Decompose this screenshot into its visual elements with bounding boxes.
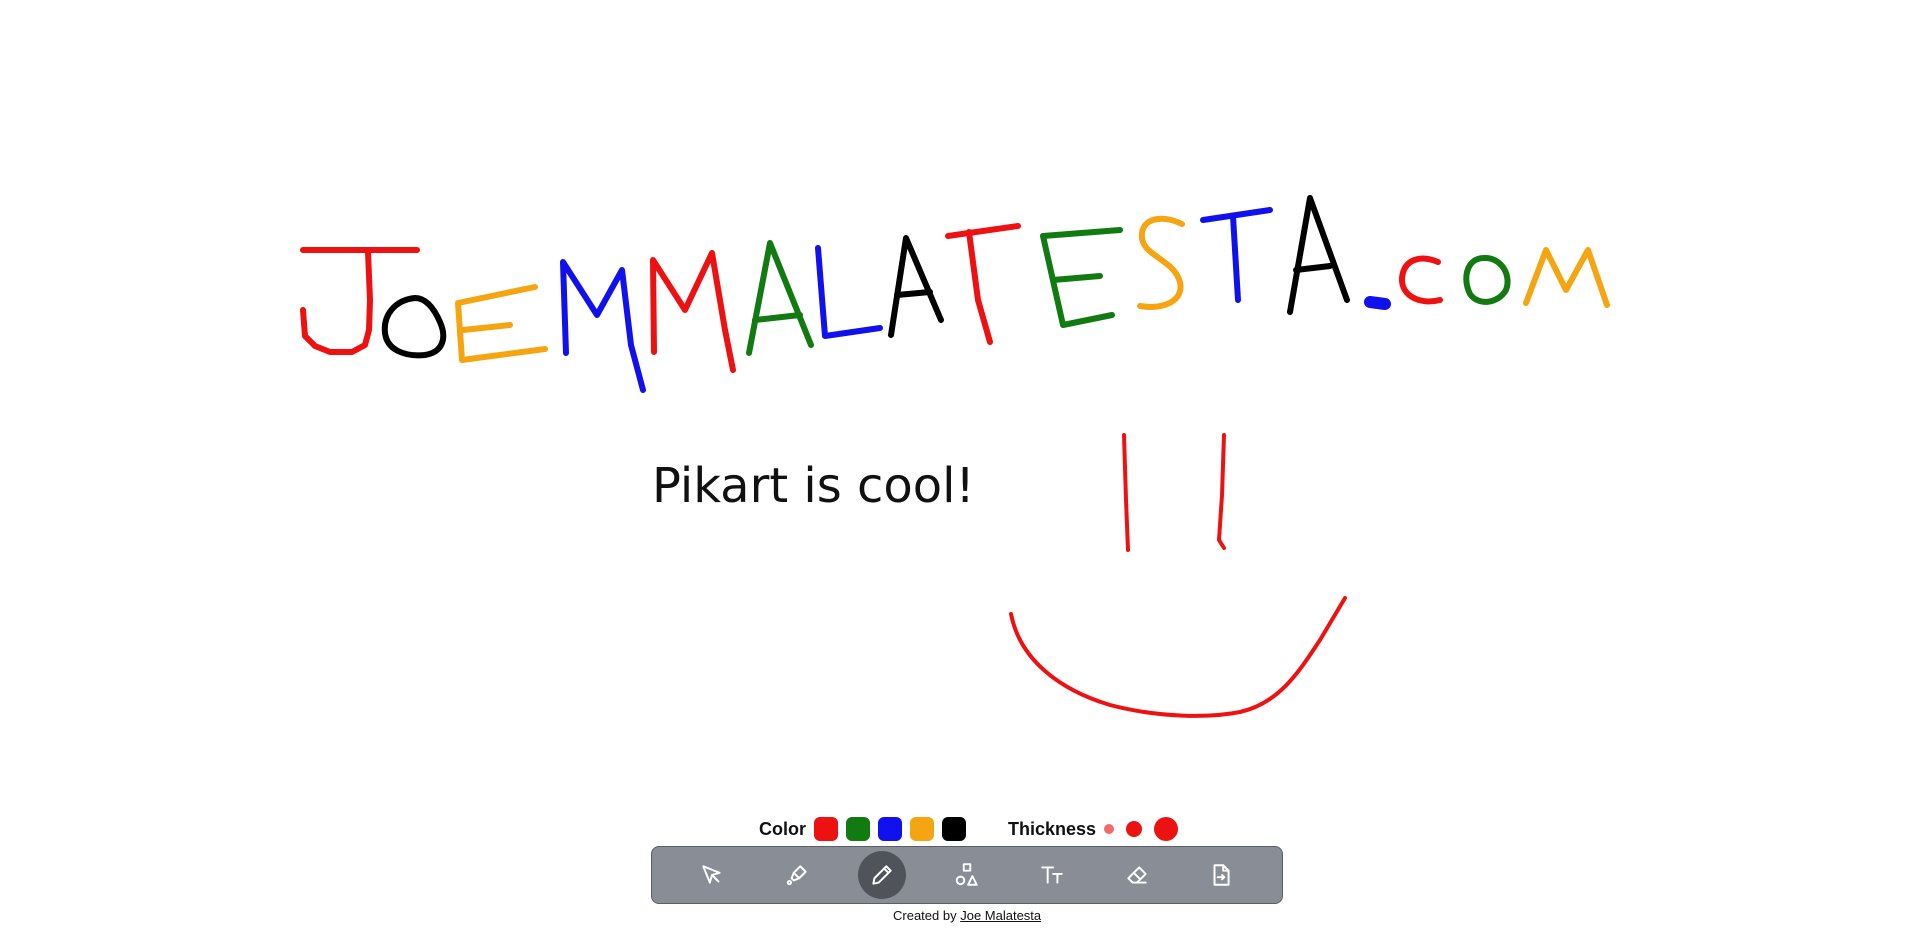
drawing-canvas[interactable]: Pikart is cool!: [0, 0, 1917, 948]
tool-options-row: Color Thickness: [759, 815, 1190, 843]
footer-credit: Created by Joe Malatesta: [893, 908, 1041, 923]
logo-letter-e: [455, 284, 548, 363]
select-tool-button[interactable]: [688, 851, 736, 899]
logo-letter-a-3: [1287, 195, 1350, 315]
logo-letter-c: [1399, 255, 1443, 305]
canvas-text-object[interactable]: Pikart is cool!: [652, 458, 975, 514]
logo-letter-o-2: [1463, 255, 1511, 305]
smiley-face: [1009, 433, 1347, 718]
pencil-tool-button[interactable]: [858, 851, 907, 899]
text-size-icon: [1041, 866, 1063, 884]
export-tool-button[interactable]: [1197, 851, 1245, 899]
logo-letter-l: [815, 245, 883, 339]
logo-letter-e-2: [1040, 227, 1123, 328]
thickness-medium[interactable]: [1126, 821, 1143, 837]
pencil-icon: [872, 865, 892, 885]
logo-letter-m-2: [650, 250, 736, 373]
thickness-large[interactable]: [1154, 817, 1179, 841]
color-swatch-green[interactable]: [846, 817, 870, 841]
color-swatch-orange[interactable]: [910, 817, 934, 841]
thickness-label: Thickness: [1008, 818, 1097, 839]
file-export-icon: [1214, 864, 1231, 886]
text-tool-button[interactable]: [1028, 851, 1076, 899]
logo-letter-t-1: [945, 223, 1021, 345]
logo-letter-t-2: [1200, 207, 1273, 303]
fill-tool-button[interactable]: [773, 851, 821, 899]
color-swatch-black[interactable]: [942, 817, 966, 841]
logo-letter-m-1: [560, 259, 646, 393]
logo-letter-s: [1137, 215, 1185, 310]
credit-prefix: Created by: [893, 908, 957, 923]
author-link[interactable]: Joe Malatesta: [960, 908, 1041, 923]
logo-letter-o: [381, 295, 447, 359]
color-swatch-red[interactable]: [814, 817, 838, 841]
logo-letter-m-3: [1523, 247, 1610, 308]
toolbar: [651, 846, 1283, 904]
logo-letter-a-1: [746, 240, 814, 356]
paint-bucket-icon: [787, 865, 807, 886]
color-label: Color: [759, 818, 806, 839]
shapes-icon: [955, 863, 978, 886]
thickness-small[interactable]: [1104, 824, 1115, 834]
shapes-tool-button[interactable]: [943, 851, 991, 899]
color-swatch-blue[interactable]: [878, 817, 902, 841]
cursor-arrow-icon: [702, 865, 721, 884]
logo-letter-a-2: [888, 235, 944, 338]
eraser-tool-button[interactable]: [1113, 851, 1161, 899]
eraser-icon: [1126, 866, 1147, 884]
logo-dot: [1364, 296, 1391, 310]
